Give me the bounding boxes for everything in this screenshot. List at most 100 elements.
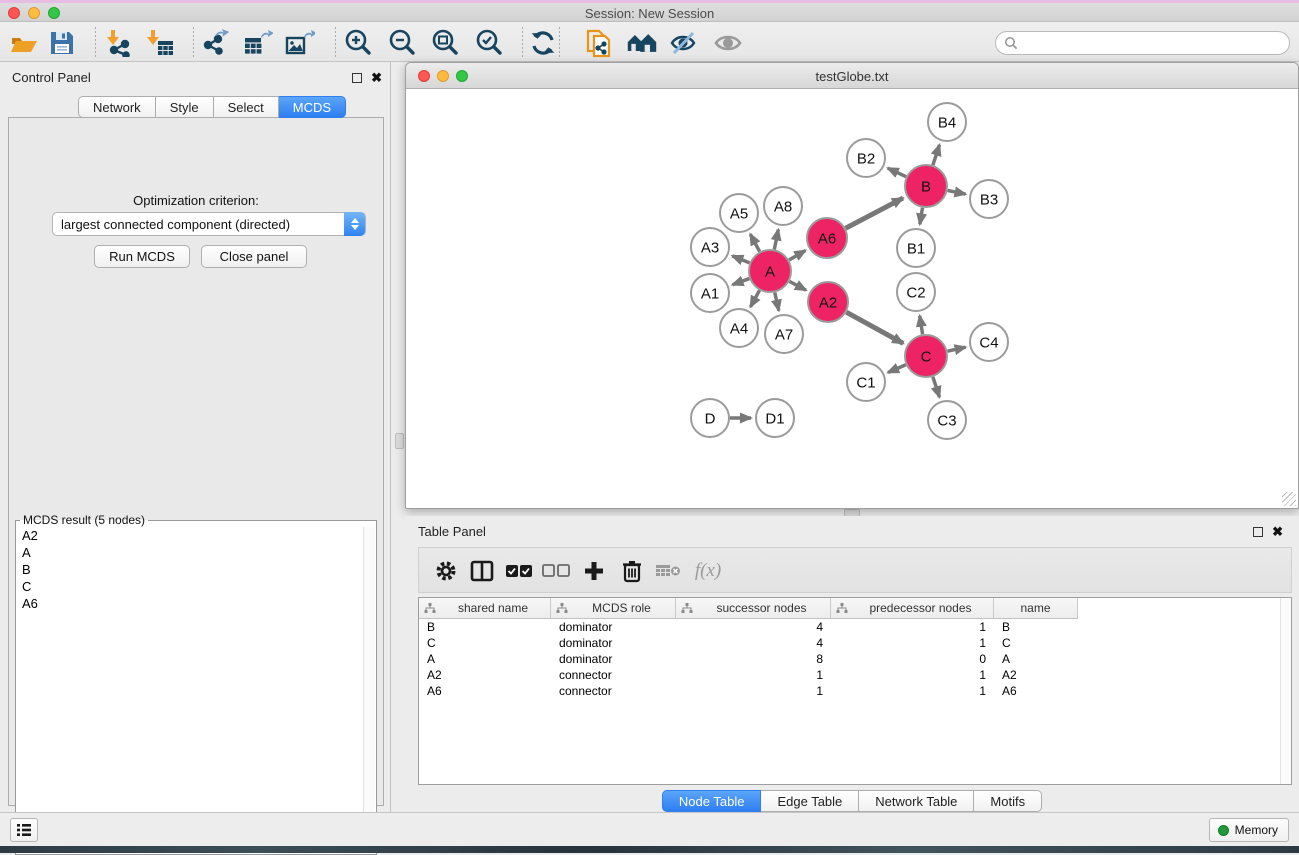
node-B[interactable]: B	[905, 165, 947, 207]
window-resize-grip[interactable]	[1282, 492, 1296, 506]
node-B4[interactable]: B4	[928, 103, 966, 141]
split-column-icon[interactable]	[467, 556, 497, 586]
edge-B-B4[interactable]	[933, 145, 940, 165]
mcds-result-list[interactable]: A2ABCA6	[17, 527, 363, 853]
cell-successor-nodes[interactable]: 4	[676, 619, 831, 635]
tab-edge-table[interactable]: Edge Table	[761, 790, 859, 812]
column-header-successor-nodes[interactable]: successor nodes	[676, 598, 831, 619]
cell-predecessor-nodes[interactable]: 0	[831, 651, 994, 667]
search-field[interactable]	[995, 31, 1290, 55]
delete-column-icon[interactable]	[617, 556, 647, 586]
node-D1[interactable]: D1	[756, 399, 794, 437]
edge-A-A1[interactable]	[733, 279, 750, 285]
column-header-name[interactable]: name	[994, 598, 1078, 619]
export-table-icon[interactable]	[242, 27, 274, 59]
export-image-icon[interactable]	[284, 27, 316, 59]
node-C4[interactable]: C4	[970, 323, 1008, 361]
add-column-icon[interactable]	[579, 556, 609, 586]
edge-C-C1[interactable]	[888, 365, 906, 373]
hide-selected-icon[interactable]	[668, 27, 700, 59]
show-all-icon[interactable]	[712, 27, 744, 59]
run-mcds-button[interactable]: Run MCDS	[94, 245, 190, 268]
deselect-all-icon[interactable]	[541, 556, 571, 586]
close-panel-button[interactable]: Close panel	[201, 245, 307, 268]
edge-C-C2[interactable]	[920, 316, 923, 335]
edge-A-A3[interactable]	[732, 256, 749, 263]
cell-shared-name[interactable]: B	[419, 619, 551, 635]
cell-predecessor-nodes[interactable]: 1	[831, 683, 994, 699]
close-panel-icon[interactable]: ✖	[371, 70, 382, 86]
column-header-MCDS-role[interactable]: MCDS role	[551, 598, 676, 619]
cell-predecessor-nodes[interactable]: 1	[831, 635, 994, 651]
zoom-fit-icon[interactable]	[429, 27, 461, 59]
network-canvas[interactable]: B4B2BB3A5A8A6B1A3AA1C2A2A4A7C4CC1C3DD1	[407, 89, 1297, 507]
cell-shared-name[interactable]: A6	[419, 683, 551, 699]
tab-network[interactable]: Network	[78, 96, 156, 118]
node-A6[interactable]: A6	[807, 218, 847, 258]
zoom-in-icon[interactable]	[342, 27, 374, 59]
cell-name[interactable]: B	[994, 619, 1078, 635]
edge-A-A4[interactable]	[750, 290, 759, 307]
table-scrollbar[interactable]	[1280, 598, 1291, 784]
home-icon[interactable]	[626, 27, 658, 59]
mcds-result-item[interactable]: A2	[17, 527, 363, 544]
node-A3[interactable]: A3	[691, 228, 729, 266]
cell-shared-name[interactable]: A2	[419, 667, 551, 683]
save-session-icon[interactable]	[46, 27, 78, 59]
cell-successor-nodes[interactable]: 8	[676, 651, 831, 667]
table-row[interactable]: Cdominator41C	[419, 635, 1291, 651]
select-all-icon[interactable]	[504, 556, 534, 586]
tab-mcds[interactable]: MCDS	[279, 96, 346, 118]
cell-MCDS-role[interactable]: dominator	[551, 635, 676, 651]
cell-predecessor-nodes[interactable]: 1	[831, 667, 994, 683]
cell-successor-nodes[interactable]: 1	[676, 667, 831, 683]
node-C2[interactable]: C2	[897, 273, 935, 311]
zoom-out-icon[interactable]	[386, 27, 418, 59]
column-header-predecessor-nodes[interactable]: predecessor nodes	[831, 598, 994, 619]
tab-style[interactable]: Style	[156, 96, 214, 118]
table-row[interactable]: A6connector11A6	[419, 683, 1291, 699]
cell-MCDS-role[interactable]: connector	[551, 683, 676, 699]
edge-A-A7[interactable]	[775, 292, 779, 310]
node-B2[interactable]: B2	[847, 139, 885, 177]
cell-predecessor-nodes[interactable]: 1	[831, 619, 994, 635]
search-input[interactable]	[1018, 34, 1289, 52]
cell-MCDS-role[interactable]: connector	[551, 667, 676, 683]
import-table-icon[interactable]	[144, 27, 176, 59]
edge-C-C4[interactable]	[947, 347, 965, 351]
table-row[interactable]: Bdominator41B	[419, 619, 1291, 635]
import-network-icon[interactable]	[102, 27, 134, 59]
tab-select[interactable]: Select	[214, 96, 279, 118]
cell-shared-name[interactable]: A	[419, 651, 551, 667]
node-A4[interactable]: A4	[720, 309, 758, 347]
result-scrollbar[interactable]	[363, 527, 375, 853]
node-A2[interactable]: A2	[808, 282, 848, 322]
cell-name[interactable]: C	[994, 635, 1078, 651]
vertical-split-handle[interactable]	[395, 433, 404, 449]
edge-A-A6[interactable]	[789, 251, 805, 260]
edge-A6-B[interactable]	[846, 198, 903, 228]
cell-name[interactable]: A6	[994, 683, 1078, 699]
float-table-panel-icon[interactable]	[1253, 527, 1263, 537]
task-history-icon[interactable]	[10, 818, 38, 842]
cell-name[interactable]: A	[994, 651, 1078, 667]
zoom-selected-icon[interactable]	[473, 27, 505, 59]
edge-B-B3[interactable]	[948, 190, 966, 194]
memory-button[interactable]: Memory	[1209, 818, 1289, 842]
criterion-dropdown[interactable]: largest connected component (directed)	[52, 212, 366, 236]
mcds-result-item[interactable]: A6	[17, 595, 363, 612]
table-settings-icon[interactable]	[431, 556, 461, 586]
node-B3[interactable]: B3	[970, 180, 1008, 218]
node-C[interactable]: C	[905, 335, 947, 377]
edge-A-A2[interactable]	[789, 281, 806, 290]
mcds-result-item[interactable]: A	[17, 544, 363, 561]
node-A[interactable]: A	[749, 250, 791, 292]
edge-A-A8[interactable]	[774, 230, 778, 250]
mcds-result-item[interactable]: C	[17, 578, 363, 595]
node-B1[interactable]: B1	[897, 229, 935, 267]
edge-B-B1[interactable]	[920, 208, 923, 225]
edge-A2-C[interactable]	[846, 312, 903, 343]
cell-successor-nodes[interactable]: 1	[676, 683, 831, 699]
cell-name[interactable]: A2	[994, 667, 1078, 683]
node-A1[interactable]: A1	[691, 274, 729, 312]
